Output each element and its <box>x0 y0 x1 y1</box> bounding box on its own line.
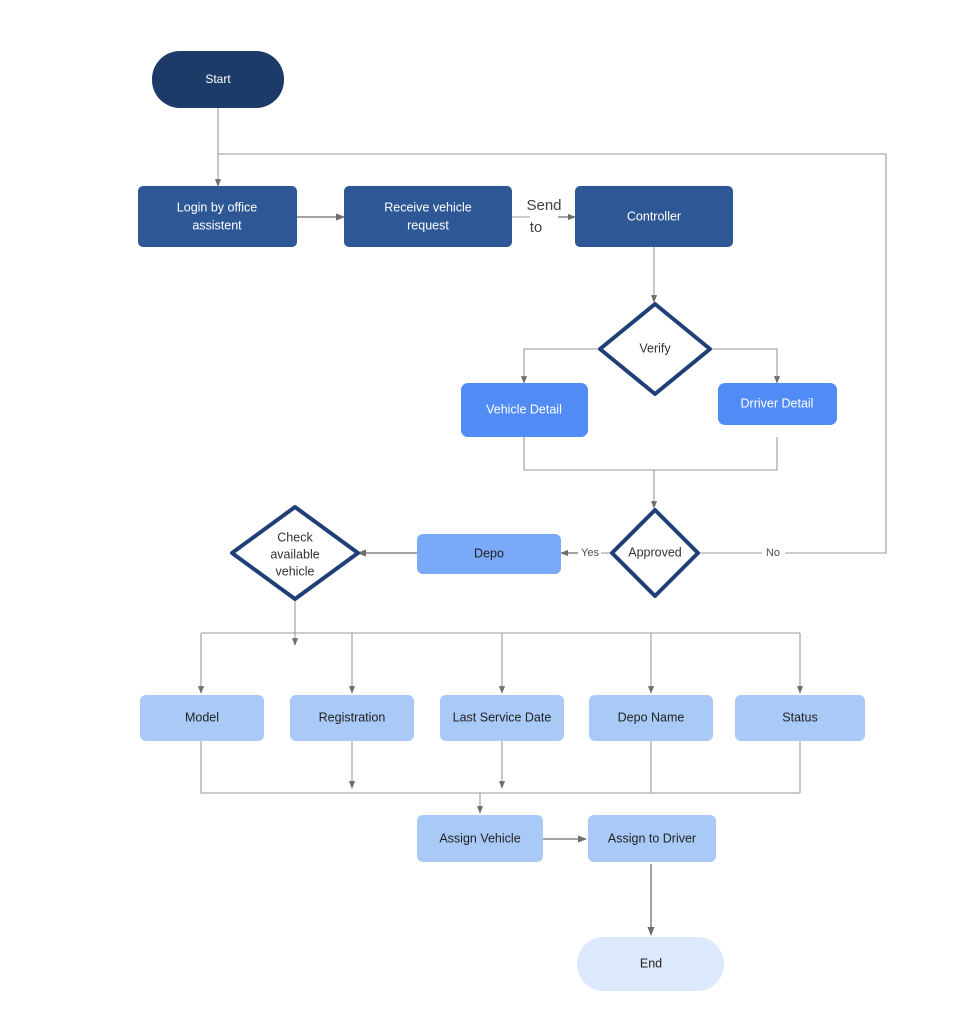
node-controller[interactable]: Controller <box>575 186 733 247</box>
edge-label-no: No <box>766 547 780 559</box>
node-receive-label-line2: request <box>407 218 449 232</box>
node-depo-name-label: Depo Name <box>618 710 685 724</box>
node-depo-label: Depo <box>474 546 504 560</box>
node-controller-label: Controller <box>627 209 681 223</box>
edge-no-to-feedback <box>785 154 887 554</box>
node-verify-label: Verify <box>639 341 671 355</box>
node-check-available-label-line2: available <box>270 547 319 561</box>
node-status-label: Status <box>782 710 817 724</box>
node-login-by-office-assistent[interactable]: Login by office assistent <box>138 186 297 247</box>
node-vehicle-detail[interactable]: Vehicle Detail <box>461 383 588 437</box>
node-assign-vehicle[interactable]: Assign Vehicle <box>417 815 543 862</box>
flowchart-canvas: Depo --> right, up, back to top bus --> <box>0 0 966 1024</box>
node-login-label-line1: Login by office <box>177 200 257 214</box>
node-approved-label: Approved <box>628 545 682 559</box>
flowchart-svg: Depo --> right, up, back to top bus --> <box>138 51 887 991</box>
node-model[interactable]: Model <box>140 695 264 741</box>
node-check-available-label-line1: Check <box>277 530 313 544</box>
node-last-service-date-label: Last Service Date <box>453 710 552 724</box>
edge-vehicle-detail-merge <box>523 437 654 471</box>
edge-verify-to-driver-detail <box>710 348 781 384</box>
node-end[interactable]: End <box>577 937 724 991</box>
node-driver-detail-label: Drriver Detail <box>741 396 814 410</box>
node-last-service-date[interactable]: Last Service Date <box>440 695 564 741</box>
node-depo-name[interactable]: Depo Name <box>589 695 713 741</box>
node-receive-vehicle-request[interactable]: Receive vehicle request <box>344 186 512 247</box>
node-model-label: Model <box>185 710 219 724</box>
edge-label-yes: Yes <box>581 547 599 559</box>
node-check-available-vehicle[interactable]: Check available vehicle <box>230 505 360 601</box>
node-assign-to-driver[interactable]: Assign to Driver <box>588 815 716 862</box>
node-end-label: End <box>640 956 662 970</box>
node-verify[interactable]: Verify <box>598 302 712 396</box>
node-assign-to-driver-label: Assign to Driver <box>608 831 696 845</box>
node-start[interactable]: Start <box>152 51 284 108</box>
node-receive-label-line1: Receive vehicle <box>384 200 472 214</box>
node-assign-vehicle-label: Assign Vehicle <box>439 831 520 845</box>
node-check-available-label-line3: vehicle <box>276 564 315 578</box>
edge-driver-detail-merge <box>654 437 778 471</box>
node-depo[interactable]: Depo <box>417 534 561 574</box>
node-start-label: Start <box>205 72 231 86</box>
node-status[interactable]: Status <box>735 695 865 741</box>
node-registration-label: Registration <box>319 710 386 724</box>
node-driver-detail[interactable]: Drriver Detail <box>718 383 837 425</box>
edge-label-send-to-line2: to <box>530 219 543 236</box>
edge-label-send-to-line1: Send <box>526 197 561 214</box>
node-login-label-line2: assistent <box>192 218 242 232</box>
node-registration[interactable]: Registration <box>290 695 414 741</box>
node-approved[interactable]: Approved <box>610 508 700 598</box>
node-vehicle-detail-label: Vehicle Detail <box>486 402 562 416</box>
edge-verify-to-vehicle-detail <box>520 348 600 384</box>
